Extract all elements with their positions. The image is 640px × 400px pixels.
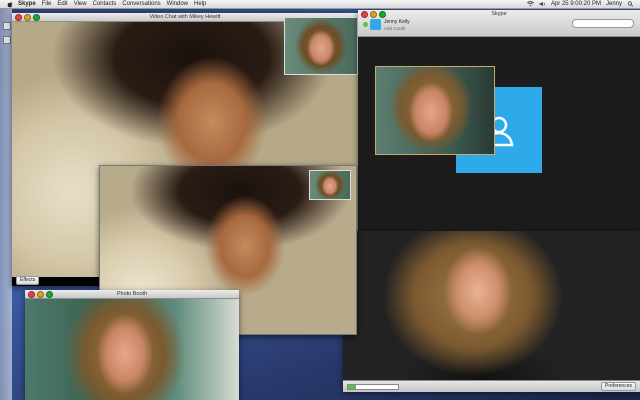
photo-booth-title: Photo Booth [116, 291, 148, 297]
menu-bar: Skype File Edit View Contacts Conversati… [0, 0, 640, 9]
zoom-button[interactable] [379, 11, 386, 18]
wifi-icon[interactable] [526, 1, 534, 7]
minimize-button[interactable] [37, 290, 44, 298]
dock-icon[interactable] [3, 36, 11, 44]
photo-booth-window: Photo Booth [25, 290, 239, 400]
volume-icon[interactable] [539, 1, 546, 7]
contact-name[interactable]: Jenny Kelly [384, 19, 410, 25]
menu-edit[interactable]: Edit [57, 0, 67, 8]
search-field[interactable] [572, 19, 634, 28]
skype-call-window: Preferences [343, 231, 640, 392]
clock[interactable]: Apr 25 9:00:20 PM [551, 0, 601, 8]
skype-titlebar[interactable]: Skype Jenny Kelly Add Credit [358, 10, 640, 37]
apple-icon[interactable] [6, 1, 14, 8]
self-view-pip-2[interactable] [309, 170, 351, 200]
self-view-pip-skype[interactable] [375, 66, 495, 155]
online-status-icon [363, 22, 368, 27]
menu-app-name[interactable]: Skype [18, 0, 36, 8]
search-icon[interactable] [627, 1, 634, 7]
zoom-button[interactable] [46, 290, 53, 298]
photo-booth-titlebar[interactable]: Photo Booth [25, 290, 239, 299]
menu-conversations[interactable]: Conversations [122, 0, 160, 8]
contact-avatar[interactable] [370, 19, 381, 30]
close-button[interactable] [28, 290, 35, 298]
call-progress-bar [347, 384, 399, 390]
skype-title: Skype [491, 11, 507, 17]
menu-view[interactable]: View [74, 0, 87, 8]
menu-contacts[interactable]: Contacts [93, 0, 117, 8]
menu-window[interactable]: Window [167, 0, 188, 8]
menu-help[interactable]: Help [194, 0, 206, 8]
contact-status[interactable]: Add Credit [384, 26, 405, 31]
preferences-button[interactable]: Preferences [601, 382, 636, 391]
call-toolbar: Preferences [343, 380, 640, 392]
close-button[interactable] [361, 11, 368, 18]
self-view-pip-top[interactable] [284, 17, 358, 75]
menu-file[interactable]: File [42, 0, 52, 8]
photo-booth-feed [25, 299, 239, 400]
minimize-button[interactable] [24, 13, 31, 21]
effects-button[interactable]: Effects [16, 276, 40, 285]
zoom-button[interactable] [33, 13, 40, 21]
dock-strip [0, 8, 12, 400]
dock-icon[interactable] [3, 22, 11, 30]
minimize-button[interactable] [370, 11, 377, 18]
close-button[interactable] [15, 13, 22, 21]
user-name[interactable]: Jenny [606, 0, 622, 8]
self-video-feed-large [343, 231, 640, 380]
